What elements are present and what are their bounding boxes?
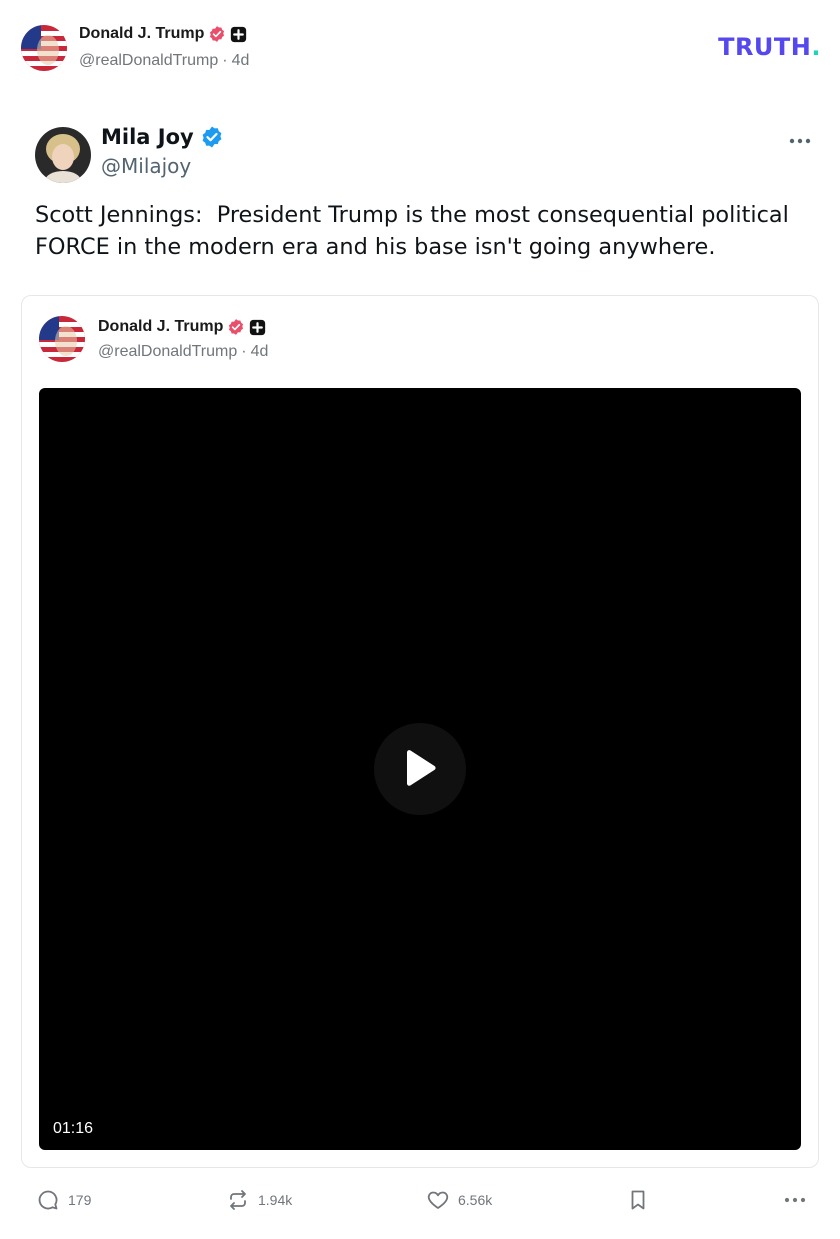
reply-icon	[38, 1190, 58, 1210]
quoted-post-age[interactable]: 4d	[251, 343, 269, 361]
tweet-author-avatar	[35, 127, 91, 183]
play-icon	[407, 750, 436, 786]
bookmark-icon	[631, 1190, 645, 1210]
quoted-author-handle[interactable]: @realDonaldTrump	[98, 343, 237, 361]
quoted-post-card[interactable]: Donald J. Trump @realDonaldTrump · 4d 01…	[21, 295, 819, 1168]
truth-social-logo: TRUTH.	[718, 33, 821, 61]
tweet-name-row: Mila Joy	[101, 125, 224, 149]
video-player[interactable]: 01:16	[39, 388, 801, 1150]
author-name[interactable]: Donald J. Trump	[79, 25, 204, 43]
post-action-bar: 179 1.94k 6.56k	[36, 1188, 808, 1218]
meta-separator: ·	[241, 343, 247, 360]
logo-dot: .	[811, 33, 821, 61]
author-handle[interactable]: @realDonaldTrump	[79, 52, 218, 70]
quoted-author-name[interactable]: Donald J. Trump	[98, 318, 223, 336]
post-header: Donald J. Trump @realDonaldTrump · 4d TR…	[21, 24, 821, 74]
quoted-author-name-row: Donald J. Trump	[98, 318, 266, 336]
reply-button[interactable]: 179	[36, 1188, 91, 1212]
heart-icon	[427, 1191, 449, 1209]
retruth-icon	[230, 1190, 246, 1210]
like-button[interactable]: 6.56k	[426, 1188, 492, 1212]
like-count: 6.56k	[458, 1192, 493, 1208]
retruth-count: 1.94k	[258, 1192, 293, 1208]
verified-badge-icon	[210, 26, 225, 42]
reply-count: 179	[68, 1192, 92, 1208]
tweet-author-handle: @Milajoy	[101, 154, 192, 178]
more-options-button[interactable]	[782, 1188, 808, 1212]
verified-badge-icon	[229, 319, 244, 335]
bookmark-button[interactable]	[626, 1188, 650, 1212]
more-horizontal-icon	[784, 1197, 806, 1203]
truth-plus-badge-icon	[231, 26, 247, 42]
quoted-author-meta: @realDonaldTrump · 4d	[98, 343, 268, 361]
meta-separator: ·	[222, 52, 228, 69]
author-meta: @realDonaldTrump · 4d	[79, 52, 249, 70]
logo-text: TRUTH	[718, 33, 812, 61]
tweet-author-name: Mila Joy	[101, 125, 194, 149]
author-avatar[interactable]	[21, 25, 67, 71]
retruth-button[interactable]: 1.94k	[226, 1188, 292, 1212]
tweet-verified-badge-icon	[202, 126, 222, 148]
play-button[interactable]	[374, 723, 466, 815]
author-name-row: Donald J. Trump	[79, 25, 247, 43]
video-duration: 01:16	[53, 1120, 94, 1137]
more-horizontal-icon	[787, 131, 813, 151]
post-age[interactable]: 4d	[232, 52, 250, 70]
tweet-text: Scott Jennings: President Trump is the m…	[35, 202, 789, 260]
quoted-author-avatar[interactable]	[39, 316, 85, 362]
truth-plus-badge-icon	[250, 319, 266, 335]
